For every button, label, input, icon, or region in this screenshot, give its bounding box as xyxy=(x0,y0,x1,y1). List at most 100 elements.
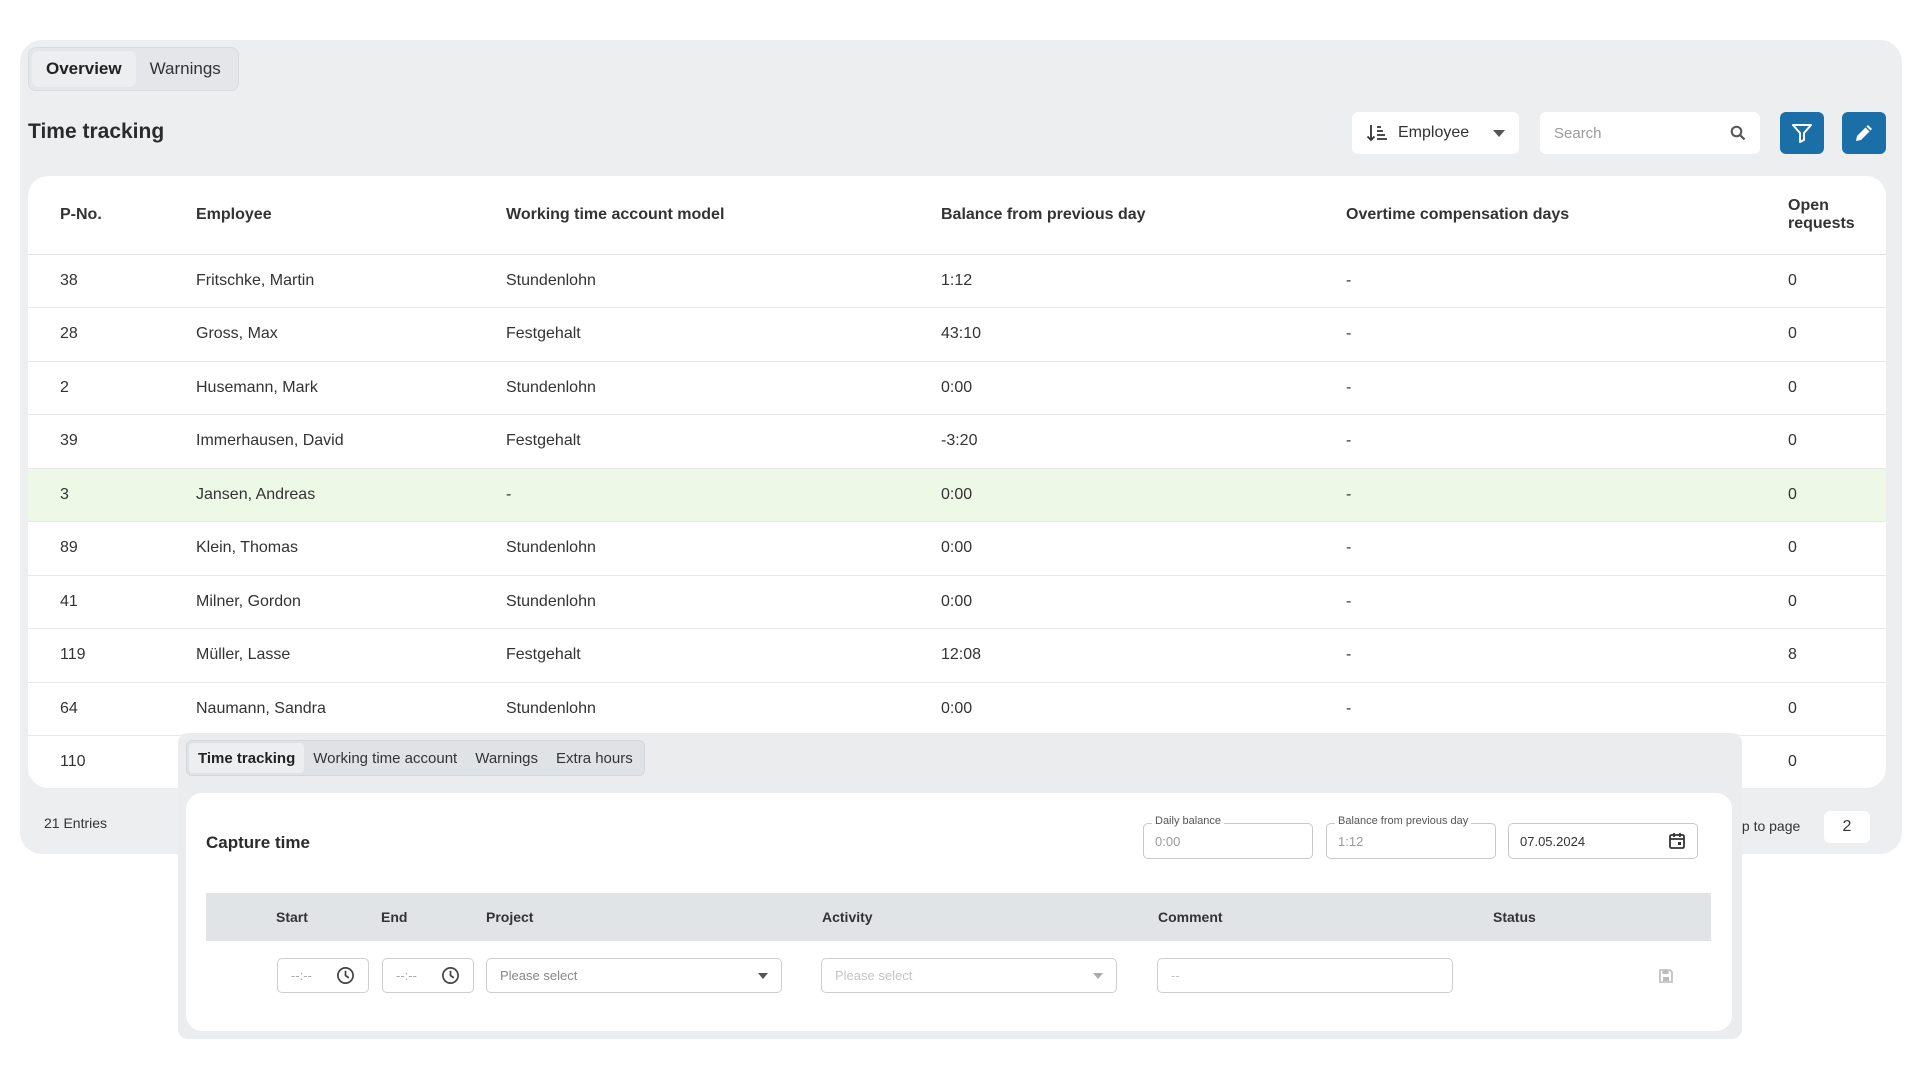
sort-select[interactable]: Employee xyxy=(1352,112,1519,154)
daily-balance-field: Daily balance 0:00 xyxy=(1143,815,1313,859)
cell-pno: 110 xyxy=(28,735,164,788)
cell-overtime: - xyxy=(1314,682,1756,736)
panel-tabs: Time tracking Working time account Warni… xyxy=(186,740,645,776)
search-box[interactable] xyxy=(1540,112,1760,154)
cell-balance: 12:08 xyxy=(909,628,1314,683)
end-time-input[interactable]: --:-- xyxy=(382,958,474,993)
cell-overtime: - xyxy=(1314,307,1756,362)
page-title: Time tracking xyxy=(28,120,165,143)
column-header-open-requests[interactable]: Open requests xyxy=(1756,176,1886,255)
activity-select-placeholder: Please select xyxy=(835,968,913,983)
project-select-placeholder: Please select xyxy=(500,968,578,983)
table-row[interactable]: 2 Husemann, Mark Stundenlohn 0:00-0 xyxy=(28,361,1886,415)
cell-pno: 2 xyxy=(28,361,164,415)
activity-select[interactable]: Please select xyxy=(821,958,1117,993)
cell-open-requests: 0 xyxy=(1756,682,1886,736)
cell-employee: Gross, Max xyxy=(164,307,474,362)
entries-count: 21 Entries xyxy=(44,815,108,831)
cell-pno: 3 xyxy=(28,468,164,522)
cell-employee: Milner, Gordon xyxy=(164,575,474,629)
col-end: End xyxy=(381,909,408,925)
calendar-icon[interactable] xyxy=(1668,832,1686,850)
column-header-employee[interactable]: Employee xyxy=(164,176,474,255)
filter-button[interactable] xyxy=(1780,112,1824,154)
cell-open-requests: 0 xyxy=(1756,307,1886,362)
tab-overview[interactable]: Overview xyxy=(32,51,136,87)
capture-time-title: Capture time xyxy=(206,833,310,852)
cell-pno: 38 xyxy=(28,254,164,308)
clock-icon[interactable] xyxy=(441,966,460,985)
cell-open-requests: 0 xyxy=(1756,361,1886,415)
jump-to-page-input[interactable]: 2 xyxy=(1824,811,1870,843)
sort-ascending-icon xyxy=(1366,125,1387,142)
tab-working-time-account[interactable]: Working time account xyxy=(304,743,466,773)
column-header-model[interactable]: Working time account model xyxy=(474,176,909,255)
cell-pno: 64 xyxy=(28,682,164,736)
column-header-overtime[interactable]: Overtime compensation days xyxy=(1314,176,1756,255)
cell-pno: 41 xyxy=(28,575,164,629)
comment-placeholder: -- xyxy=(1171,968,1180,983)
cell-open-requests: 0 xyxy=(1756,414,1886,469)
cell-overtime: - xyxy=(1314,575,1756,629)
cell-employee: Immerhausen, David xyxy=(164,414,474,469)
cell-overtime: - xyxy=(1314,628,1756,683)
cell-model: Stundenlohn xyxy=(474,575,909,629)
tab-warnings[interactable]: Warnings xyxy=(136,51,235,87)
table-row[interactable]: 41 Milner, Gordon Stundenlohn 0:00-0 xyxy=(28,575,1886,629)
cell-balance: 0:00 xyxy=(909,575,1314,629)
table-row[interactable]: 28 Gross, Max Festgehalt 43:10-0 xyxy=(28,307,1886,362)
employee-table-card: P-No. Employee Working time account mode… xyxy=(28,176,1886,788)
cell-balance: 0:00 xyxy=(909,468,1314,522)
table-row[interactable]: 39 Immerhausen, David Festgehalt -3:20-0 xyxy=(28,414,1886,469)
cell-open-requests: 0 xyxy=(1756,254,1886,308)
cell-balance: 1:12 xyxy=(909,254,1314,308)
project-select[interactable]: Please select xyxy=(486,958,782,993)
cell-pno: 39 xyxy=(28,414,164,469)
search-input[interactable] xyxy=(1554,124,1714,142)
cell-balance: 0:00 xyxy=(909,682,1314,736)
edit-button[interactable] xyxy=(1842,112,1886,154)
table-row[interactable]: 64 Naumann, Sandra Stundenlohn 0:00-0 xyxy=(28,682,1886,736)
table-row[interactable]: 89 Klein, Thomas Stundenlohn 0:00-0 xyxy=(28,521,1886,576)
column-header-balance[interactable]: Balance from previous day xyxy=(909,176,1314,255)
cell-model: Festgehalt xyxy=(474,414,909,469)
cell-open-requests: 8 xyxy=(1756,628,1886,683)
cell-employee: Fritschke, Martin xyxy=(164,254,474,308)
search-icon[interactable] xyxy=(1730,125,1746,141)
cell-overtime: - xyxy=(1314,521,1756,576)
table-header-row: P-No. Employee Working time account mode… xyxy=(28,176,1886,255)
cell-overtime: - xyxy=(1314,414,1756,469)
table-row[interactable]: 38 Fritschke, Martin Stundenlohn 1:12-0 xyxy=(28,254,1886,308)
sort-select-label: Employee xyxy=(1398,124,1470,141)
jump-to-page-label: ıp to page xyxy=(1738,818,1801,834)
chevron-down-icon xyxy=(1493,129,1505,137)
cell-model: Stundenlohn xyxy=(474,521,909,576)
table-row[interactable]: 119 Müller, Lasse Festgehalt 12:08-8 xyxy=(28,628,1886,683)
cell-open-requests: 0 xyxy=(1756,521,1886,576)
clock-icon[interactable] xyxy=(336,966,355,985)
employee-table: P-No. Employee Working time account mode… xyxy=(28,176,1886,788)
cell-model: Festgehalt xyxy=(474,307,909,362)
tab-panel-warnings[interactable]: Warnings xyxy=(466,743,547,773)
save-icon[interactable] xyxy=(1658,968,1674,984)
cell-employee: Naumann, Sandra xyxy=(164,682,474,736)
date-value: 07.05.2024 xyxy=(1520,833,1586,849)
entry-header: Start End Project Activity Comment Statu… xyxy=(206,893,1711,941)
column-header-pno[interactable]: P-No. xyxy=(28,176,164,255)
tab-time-tracking[interactable]: Time tracking xyxy=(189,743,305,773)
start-time-input[interactable]: --:-- xyxy=(277,958,369,993)
tab-extra-hours[interactable]: Extra hours xyxy=(547,743,642,773)
chevron-down-icon xyxy=(1093,972,1103,979)
date-field[interactable]: 07.05.2024 xyxy=(1508,823,1698,859)
daily-balance-label: Daily balance xyxy=(1152,815,1225,827)
cell-overtime: - xyxy=(1314,361,1756,415)
cell-balance: 0:00 xyxy=(909,361,1314,415)
cell-model: Stundenlohn xyxy=(474,254,909,308)
end-time-placeholder: --:-- xyxy=(396,968,417,983)
table-row-selected[interactable]: 3 Jansen, Andreas -0:00-0 xyxy=(28,468,1886,522)
cell-employee: Klein, Thomas xyxy=(164,521,474,576)
cell-balance: 43:10 xyxy=(909,307,1314,362)
cell-employee: Husemann, Mark xyxy=(164,361,474,415)
comment-input[interactable]: -- xyxy=(1157,958,1453,993)
col-activity: Activity xyxy=(822,909,873,925)
